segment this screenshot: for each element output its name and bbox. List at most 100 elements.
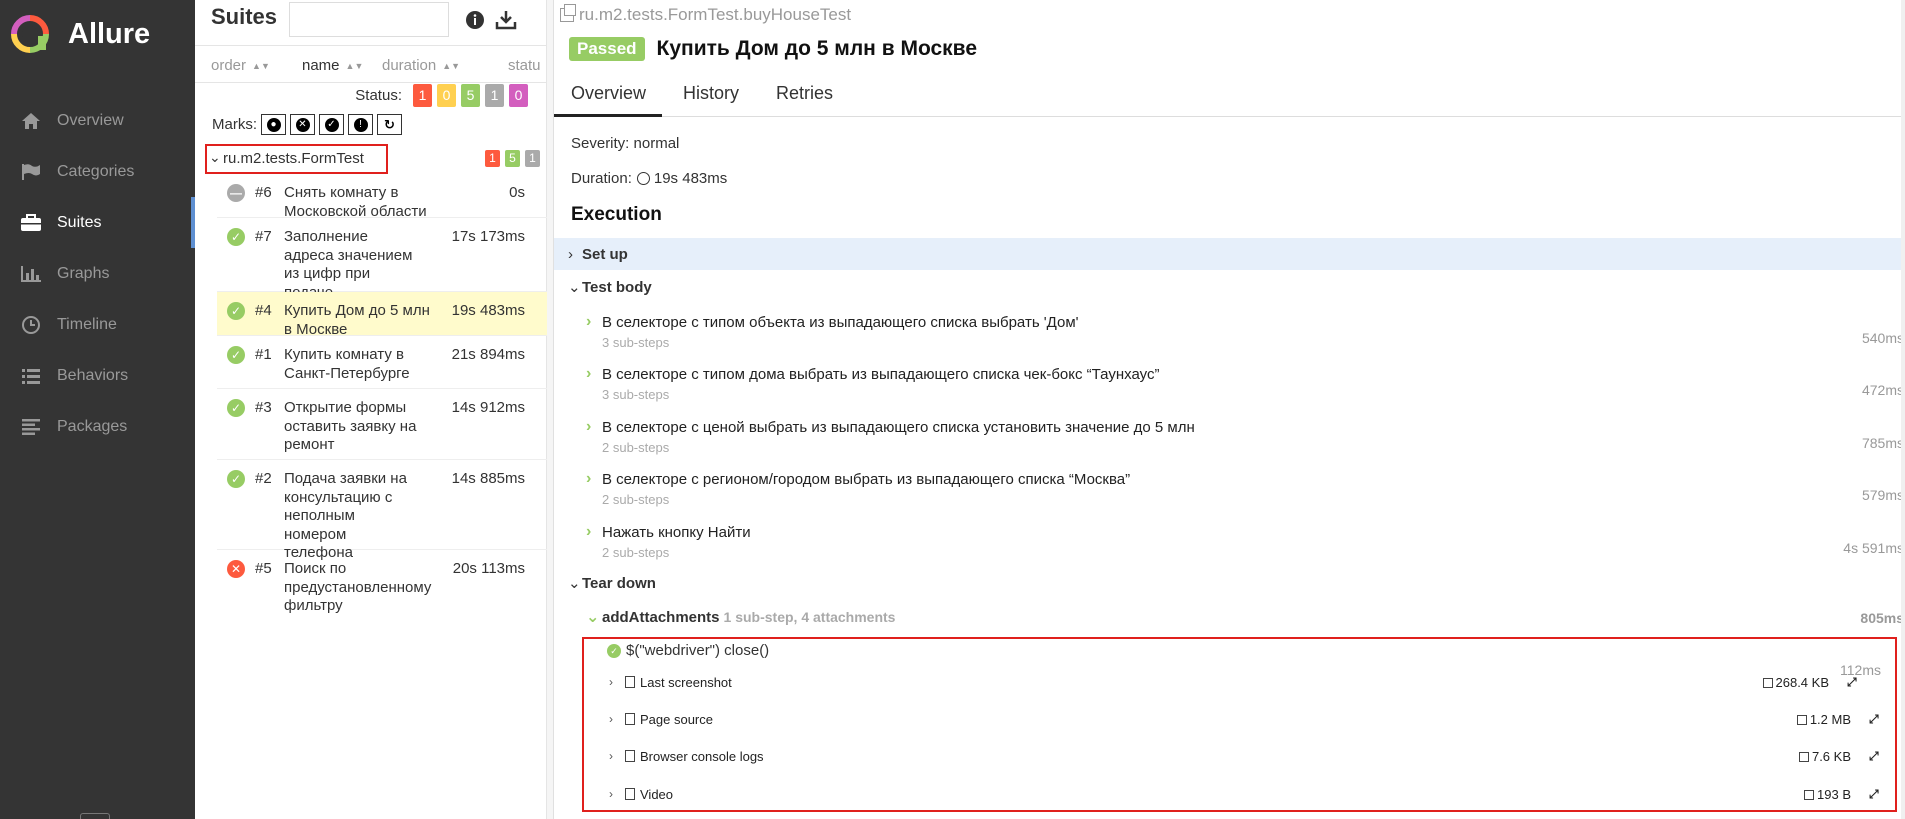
flaky-mark-toggle[interactable]: ● <box>261 114 286 135</box>
attachment-row[interactable]: › Browser console logs 7.6 KB ⤢ <box>609 745 1881 767</box>
save-icon <box>1798 751 1809 762</box>
duration: Duration: 19s 483ms <box>571 170 727 187</box>
file-icon <box>625 713 635 725</box>
sort-by-status[interactable]: statu <box>508 57 541 74</box>
column-headers: order ▲▼ name ▲▼ duration ▲▼ statu <box>195 45 547 83</box>
failed-count-toggle[interactable]: 1 <box>413 84 432 107</box>
copy-icon[interactable] <box>560 4 576 22</box>
new-broken-mark-toggle[interactable]: ! <box>348 114 373 135</box>
step-duration: 579ms <box>1861 487 1904 503</box>
status-filter: Status: 1 0 5 1 0 <box>355 84 528 107</box>
add-attachments-step[interactable]: ⌄ addAttachments 1 sub-step, 4 attachment… <box>586 607 1904 629</box>
chevron-right-icon: › <box>609 675 613 689</box>
sidebar-item-overview[interactable]: Overview <box>0 95 195 146</box>
tab-history[interactable]: History <box>666 75 755 117</box>
test-row[interactable]: ✕ #5 Поиск по предустановленному фильтру… <box>217 550 547 622</box>
chevron-down-icon: ⌄ <box>209 149 221 165</box>
sidebar-item-suites[interactable]: Suites <box>0 197 195 248</box>
test-row[interactable]: ✓ #3 Открытие формы оставить заявку на р… <box>217 389 547 460</box>
skipped-count-toggle[interactable]: 1 <box>485 84 504 107</box>
logo[interactable]: Allure <box>10 14 150 54</box>
test-row[interactable]: ✓ #7 Заполнение адреса значением из цифр… <box>217 218 547 319</box>
bar-chart-icon <box>19 264 43 284</box>
test-title: Купить Дом до 5 млн в Москве <box>656 37 977 60</box>
test-duration: 14s 912ms <box>451 399 525 416</box>
tab-overview[interactable]: Overview <box>554 75 663 117</box>
test-name: Купить комнату в Санкт-Петербурге <box>284 346 410 382</box>
expand-icon[interactable]: ⤢ <box>1869 788 1881 800</box>
attachment-row[interactable]: › Page source 1.2 MB ⤢ <box>609 708 1881 730</box>
section-label: Test body <box>582 278 652 296</box>
test-row-selected[interactable]: ✓ #4 Купить Дом до 5 млн в Москве 19s 48… <box>217 292 547 338</box>
search-input[interactable] <box>289 2 449 37</box>
test-duration: 14s 885ms <box>451 470 525 487</box>
sidebar-item-graphs[interactable]: Graphs <box>0 248 195 299</box>
download-icon[interactable] <box>495 10 517 30</box>
step-name: addAttachments 1 sub-step, 4 attachments <box>602 609 896 626</box>
attachment-row[interactable]: › Last screenshot 268.4 KB ⤢ <box>609 671 1881 693</box>
sort-by-order[interactable]: order ▲▼ <box>211 57 270 74</box>
step-row[interactable]: › В селекторе с ценой выбрать из выпадаю… <box>586 415 1904 468</box>
broken-count-toggle[interactable]: 0 <box>437 84 456 107</box>
new-passed-mark-toggle[interactable]: ✓ <box>319 114 344 135</box>
expand-icon[interactable]: ⤢ <box>1869 713 1881 725</box>
step-row[interactable]: › Нажать кнопку Найти 2 sub-steps 4s 591… <box>586 520 1904 573</box>
app-title: Allure <box>68 17 151 50</box>
step-row[interactable]: › В селекторе с типом дома выбрать из вы… <box>586 362 1904 415</box>
home-icon <box>19 111 43 131</box>
step-name: Нажать кнопку Найти <box>602 524 751 541</box>
attachment-size: 268.4 KB <box>1762 675 1829 690</box>
test-fullname-text: ru.m2.tests.FormTest.buyHouseTest <box>579 5 852 24</box>
suite-group-row[interactable]: ⌄ ru.m2.tests.FormTest 1 5 1 <box>205 144 540 174</box>
test-duration: 0s <box>509 184 525 201</box>
passed-status-icon: ✓ <box>227 302 245 320</box>
sidebar-item-label: Timeline <box>57 315 117 333</box>
chevron-right-icon: › <box>609 749 613 763</box>
test-order: #2 <box>255 470 272 487</box>
new-failed-mark-toggle[interactable]: ✕ <box>290 114 315 135</box>
sidebar-item-packages[interactable]: Packages <box>0 401 195 452</box>
chevron-down-icon: ⌄ <box>586 609 600 626</box>
sort-by-duration[interactable]: duration ▲▼ <box>382 57 460 74</box>
chevron-right-icon: › <box>586 523 592 540</box>
marks-label: Marks: <box>212 116 257 133</box>
test-row[interactable]: — #6 Снять комнату в Московской области … <box>217 174 547 220</box>
unknown-count-toggle[interactable]: 0 <box>509 84 528 107</box>
sidebar-item-timeline[interactable]: Timeline <box>0 299 195 350</box>
step-name: В селекторе с регионом/городом выбрать и… <box>602 471 1131 488</box>
tab-retries[interactable]: Retries <box>759 75 849 117</box>
test-body-section[interactable]: ⌄ Test body <box>554 271 1905 303</box>
clock-icon <box>19 315 43 335</box>
group-failed-count: 1 <box>485 150 500 167</box>
panel-splitter[interactable] <box>547 0 554 819</box>
collapse-sidebar-button[interactable] <box>80 813 110 819</box>
inner-step-row[interactable]: ✓ $("webdriver") close() <box>607 642 769 659</box>
step-row[interactable]: › В селекторе с регионом/городом выбрать… <box>586 467 1904 520</box>
expand-icon[interactable]: ⤢ <box>1847 676 1859 688</box>
step-row[interactable]: › В селекторе с типом объекта из выпадаю… <box>586 310 1904 363</box>
section-label: Tear down <box>582 574 656 592</box>
attachment-row[interactable]: › Video 193 B ⤢ <box>609 783 1881 805</box>
retries-mark-toggle[interactable]: ↻ <box>377 114 402 135</box>
sidebar-item-label: Graphs <box>57 264 110 282</box>
check-circle-icon: ✓ <box>324 117 339 132</box>
test-row[interactable]: ✓ #1 Купить комнату в Санкт-Петербурге 2… <box>217 336 547 389</box>
test-row[interactable]: ✓ #2 Подача заявки на консультацию с неп… <box>217 460 547 561</box>
sort-by-name[interactable]: name ▲▼ <box>302 57 363 74</box>
teardown-section[interactable]: ⌄ Tear down <box>554 567 1905 599</box>
save-icon <box>1796 714 1807 725</box>
scrollbar[interactable] <box>1901 0 1905 819</box>
setup-section[interactable]: › Set up <box>554 238 1905 270</box>
info-icon[interactable] <box>465 10 487 30</box>
test-order: #6 <box>255 184 272 201</box>
step-substeps: 1 sub-step, 4 attachments <box>723 609 896 625</box>
passed-count-toggle[interactable]: 5 <box>461 84 480 107</box>
test-order: #5 <box>255 560 272 577</box>
sidebar-item-categories[interactable]: Categories <box>0 146 195 197</box>
expand-icon[interactable]: ⤢ <box>1869 750 1881 762</box>
flag-icon <box>19 162 43 182</box>
sidebar-item-behaviors[interactable]: Behaviors <box>0 350 195 401</box>
attachment-size: 1.2 MB <box>1796 712 1851 727</box>
chevron-right-icon: › <box>586 470 592 487</box>
attachment-name: Video <box>640 786 674 802</box>
